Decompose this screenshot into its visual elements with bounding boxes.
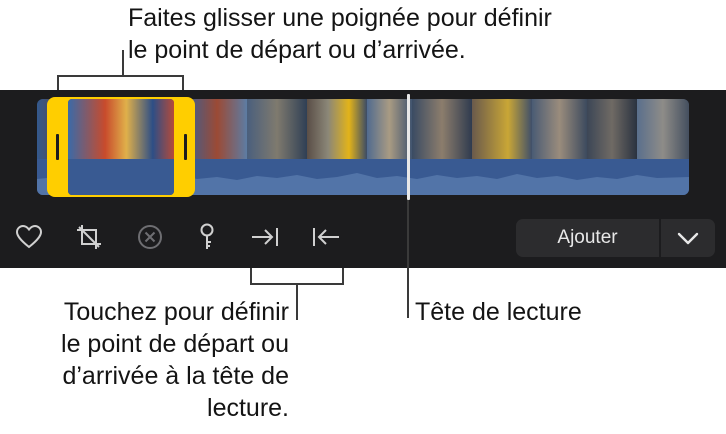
selected-clip-range bbox=[68, 99, 174, 195]
clip-frame bbox=[247, 99, 307, 159]
callout-leader-line bbox=[122, 50, 124, 75]
end-trim-handle[interactable] bbox=[184, 134, 187, 160]
set-point-callout: Touchez pour définir le point de départ … bbox=[61, 298, 289, 422]
clip-frame bbox=[472, 99, 532, 159]
clip-frame bbox=[587, 99, 637, 159]
audio-waveform bbox=[68, 159, 174, 195]
heart-icon[interactable] bbox=[14, 222, 44, 252]
callout-bracket-line bbox=[250, 268, 252, 284]
start-trim-handle[interactable] bbox=[56, 134, 59, 160]
callout-leader-line bbox=[296, 284, 298, 320]
clip-frame bbox=[68, 99, 174, 159]
add-button[interactable]: Ajouter bbox=[516, 219, 659, 257]
playhead[interactable] bbox=[407, 94, 410, 200]
callout-bracket-line bbox=[57, 75, 184, 77]
clip-frame bbox=[412, 99, 472, 159]
callout-bracket-line bbox=[342, 268, 344, 284]
keyframe-icon[interactable] bbox=[192, 222, 222, 252]
playhead-callout: Tête de lecture bbox=[415, 298, 582, 326]
add-button-group: Ajouter bbox=[516, 219, 715, 257]
clip-frame bbox=[307, 99, 367, 159]
clip-frame bbox=[637, 99, 689, 159]
set-out-point-icon[interactable] bbox=[311, 222, 341, 252]
clip-frame bbox=[367, 99, 412, 159]
playhead-callout-line bbox=[407, 200, 409, 318]
clip-frame bbox=[187, 99, 247, 159]
crop-icon[interactable] bbox=[74, 222, 104, 252]
chevron-down-icon[interactable] bbox=[661, 219, 715, 257]
clip-frame bbox=[532, 99, 587, 159]
drag-handle-callout: Faites glisser une poignée pour définir … bbox=[128, 4, 552, 64]
set-in-point-icon[interactable] bbox=[250, 222, 280, 252]
delete-icon[interactable] bbox=[135, 222, 165, 252]
